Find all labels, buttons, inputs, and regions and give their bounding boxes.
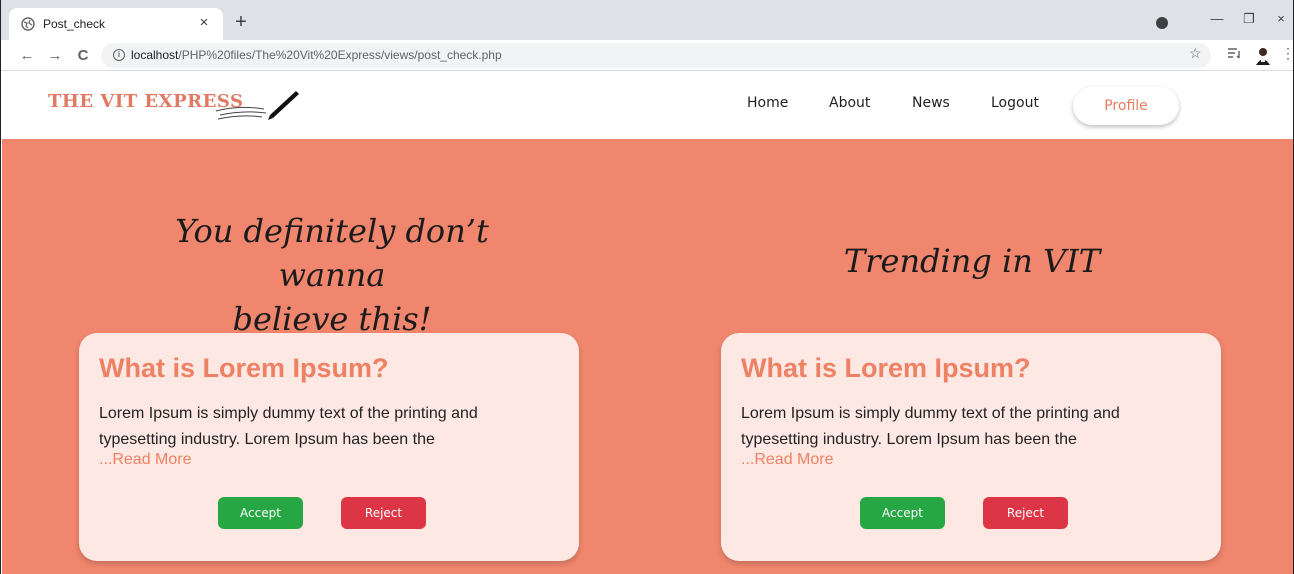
forward-icon[interactable]: → <box>45 46 65 66</box>
heading-line: You definitely don’t wanna <box>175 212 489 294</box>
address-bar[interactable]: i localhost/PHP%20files/The%20Vit%20Expr… <box>101 43 1211 68</box>
site-navbar: THE VIT EXPRESS Home About News Logout P… <box>2 71 1293 139</box>
browser-tab[interactable]: Post_check × <box>9 8 223 40</box>
reject-button[interactable]: Reject <box>983 497 1068 529</box>
reload-icon[interactable]: C <box>73 46 93 66</box>
main-content: You definitely don’t wanna believe this!… <box>2 139 1293 574</box>
post-title: What is Lorem Ipsum? <box>99 353 389 383</box>
section-heading: You definitely don’t wanna believe this! <box>122 209 542 341</box>
tab-close-icon[interactable]: × <box>195 14 213 32</box>
nav-about[interactable]: About <box>829 95 870 111</box>
post-excerpt: Lorem Ipsum is simply dummy text of the … <box>741 405 1120 448</box>
nav-logout[interactable]: Logout <box>991 95 1039 111</box>
accept-button[interactable]: Accept <box>860 497 945 529</box>
tab-title: Post_check <box>43 17 106 31</box>
post-card: What is Lorem Ipsum? Lorem Ipsum is simp… <box>79 333 579 561</box>
reject-button[interactable]: Reject <box>341 497 426 529</box>
url-host: localhost <box>131 48 179 62</box>
browser-toolbar: ← → C i localhost/PHP%20files/The%20Vit%… <box>1 40 1293 71</box>
info-icon[interactable]: i <box>113 49 125 61</box>
menu-icon[interactable]: ⋮ <box>1281 45 1293 62</box>
nav-news[interactable]: News <box>912 95 950 111</box>
url-path: /PHP%20files/The%20Vit%20Express/views/p… <box>178 48 502 62</box>
post-card: What is Lorem Ipsum? Lorem Ipsum is simp… <box>721 333 1221 561</box>
read-more-link[interactable]: ...Read More <box>741 451 833 469</box>
post-excerpt: Lorem Ipsum is simply dummy text of the … <box>99 405 478 448</box>
reading-list-icon[interactable] <box>1227 46 1241 60</box>
accept-button[interactable]: Accept <box>218 497 303 529</box>
browser-window: Post_check × + — ❐ × ← → C i localhost/P… <box>0 0 1294 574</box>
nav-home[interactable]: Home <box>747 95 788 111</box>
tab-strip: Post_check × + — ❐ × <box>1 0 1293 40</box>
close-window-icon[interactable]: × <box>1271 10 1291 28</box>
globe-icon <box>21 17 35 31</box>
user-avatar-icon[interactable] <box>1253 45 1273 65</box>
post-title: What is Lorem Ipsum? <box>741 353 1031 383</box>
maximize-icon[interactable]: ❐ <box>1239 10 1259 28</box>
read-more-link[interactable]: ...Read More <box>99 451 191 469</box>
heading-line: Trending in VIT <box>843 242 1101 280</box>
new-tab-icon[interactable]: + <box>231 12 251 33</box>
url-text: localhost/PHP%20files/The%20Vit%20Expres… <box>131 48 502 62</box>
bookmark-star-icon[interactable]: ☆ <box>1189 45 1202 62</box>
pen-icon <box>215 91 299 120</box>
section-heading: Trending in VIT <box>772 239 1172 283</box>
profile-button[interactable]: Profile <box>1073 87 1179 125</box>
profile-menu-icon[interactable] <box>1156 17 1168 29</box>
minimize-icon[interactable]: — <box>1207 10 1227 28</box>
back-icon[interactable]: ← <box>17 46 37 66</box>
